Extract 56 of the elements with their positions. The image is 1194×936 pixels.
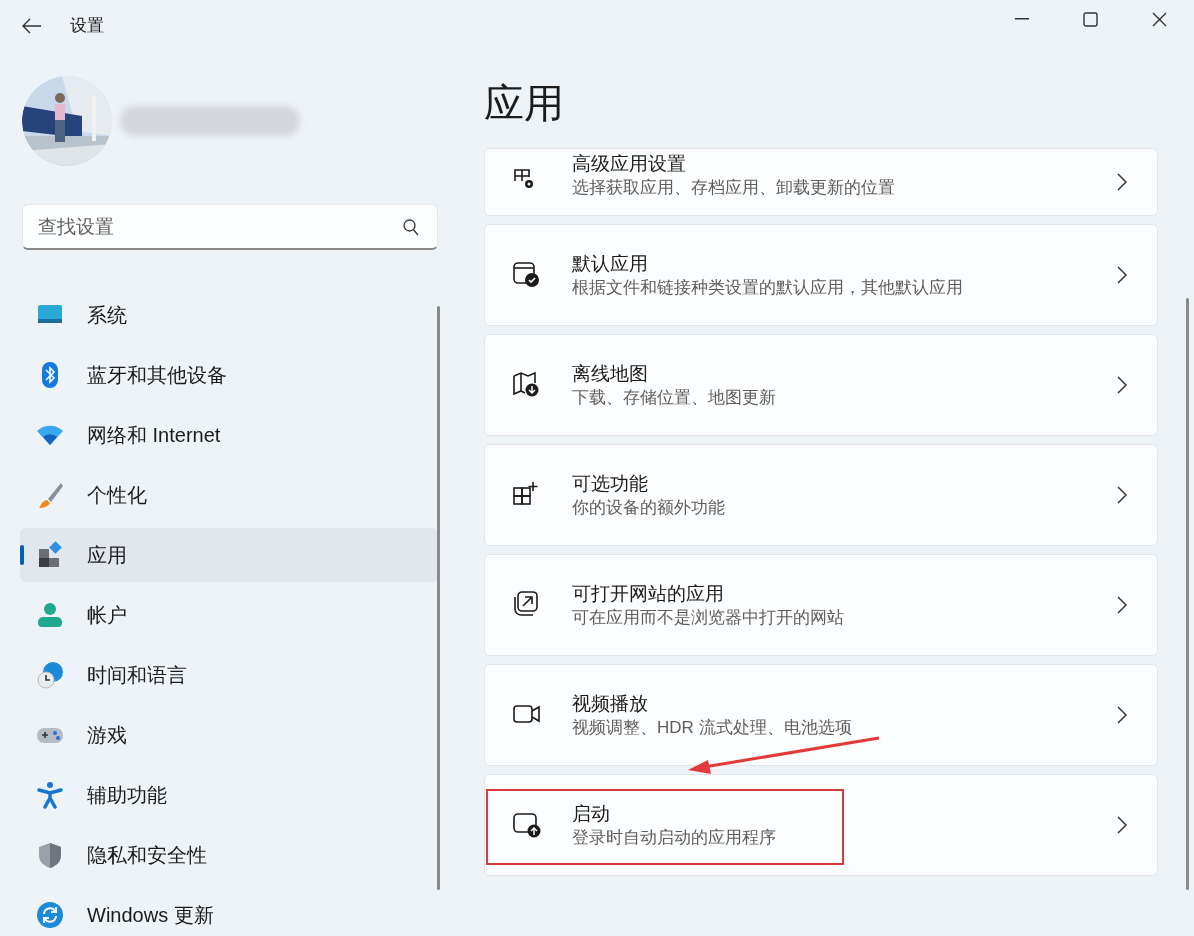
window-title: 设置 [70,15,104,38]
person-icon [36,601,64,629]
nav-item[interactable]: 时间和语言 [20,648,438,702]
nav-item[interactable]: 网络和 Internet [20,408,438,462]
page-title: 应用 [484,80,565,127]
chevron-right-icon [1117,173,1127,191]
card-title: 视频播放 [572,692,649,716]
settings-card[interactable]: 视频播放 视频调整、HDR 流式处理、电池选项 [484,664,1158,766]
nav-item[interactable]: 应用 [20,528,438,582]
nav-item[interactable]: 辅助功能 [20,768,438,822]
nav-item[interactable]: 隐私和安全性 [20,828,438,882]
card-description: 登录时自动启动的应用程序 [572,827,776,849]
card-title: 可选功能 [572,472,649,496]
card-title: 可打开网站的应用 [572,582,725,606]
nav-item[interactable]: 游戏 [20,708,438,762]
settings-card[interactable]: 默认应用 根据文件和链接种类设置的默认应用，其他默认应用 [484,224,1158,326]
maximize-icon [1083,11,1098,27]
card-description: 视频调整、HDR 流式处理、电池选项 [572,717,852,739]
card-title: 离线地图 [572,362,649,386]
chevron-right-icon [1117,596,1127,614]
settings-card[interactable]: 可选功能 你的设备的额外功能 [484,444,1158,546]
settings-card[interactable]: 高级应用设置 选择获取应用、存档应用、卸载更新的位置 [484,148,1158,216]
card-description: 下载、存储位置、地图更新 [572,387,776,409]
nav-item[interactable]: Windows 更新 [20,888,438,936]
nav-item[interactable]: 个性化 [20,468,438,522]
chevron-right-icon [1117,706,1127,724]
nav-item[interactable]: 帐户 [20,588,438,642]
window-check-icon [512,260,542,290]
search-field[interactable]: 查找设置 [22,204,438,250]
chevron-right-icon [1117,376,1127,394]
figure-icon [36,781,64,809]
globe-clock-icon [36,661,64,689]
card-description: 选择获取应用、存档应用、卸载更新的位置 [572,177,895,199]
card-title: 启动 [572,802,611,826]
paintbrush-icon [36,481,64,509]
chevron-right-icon [1117,816,1127,834]
card-title: 默认应用 [572,252,649,276]
settings-card[interactable]: 离线地图 下载、存储位置、地图更新 [484,334,1158,436]
settings-card[interactable]: 启动 登录时自动启动的应用程序 [484,774,1158,876]
tiles-icon [36,541,64,569]
close-icon [1152,11,1167,27]
window-up-icon [512,810,542,840]
sync-icon [36,901,64,929]
chevron-right-icon [1117,486,1127,504]
card-title: 高级应用设置 [572,152,687,176]
shield-icon [36,841,64,869]
nav-item[interactable]: 系统 [20,288,438,342]
back-arrow-icon [22,18,42,34]
settings-card[interactable]: 可打开网站的应用 可在应用而不是浏览器中打开的网站 [484,554,1158,656]
search-icon [403,219,419,236]
minimize-icon [1014,18,1029,20]
nav-item[interactable]: 蓝牙和其他设备 [20,348,438,402]
card-description: 你的设备的额外功能 [572,497,725,519]
chevron-right-icon [1117,266,1127,284]
card-description: 根据文件和链接种类设置的默认应用，其他默认应用 [572,277,963,299]
card-description: 可在应用而不是浏览器中打开的网站 [572,607,844,629]
